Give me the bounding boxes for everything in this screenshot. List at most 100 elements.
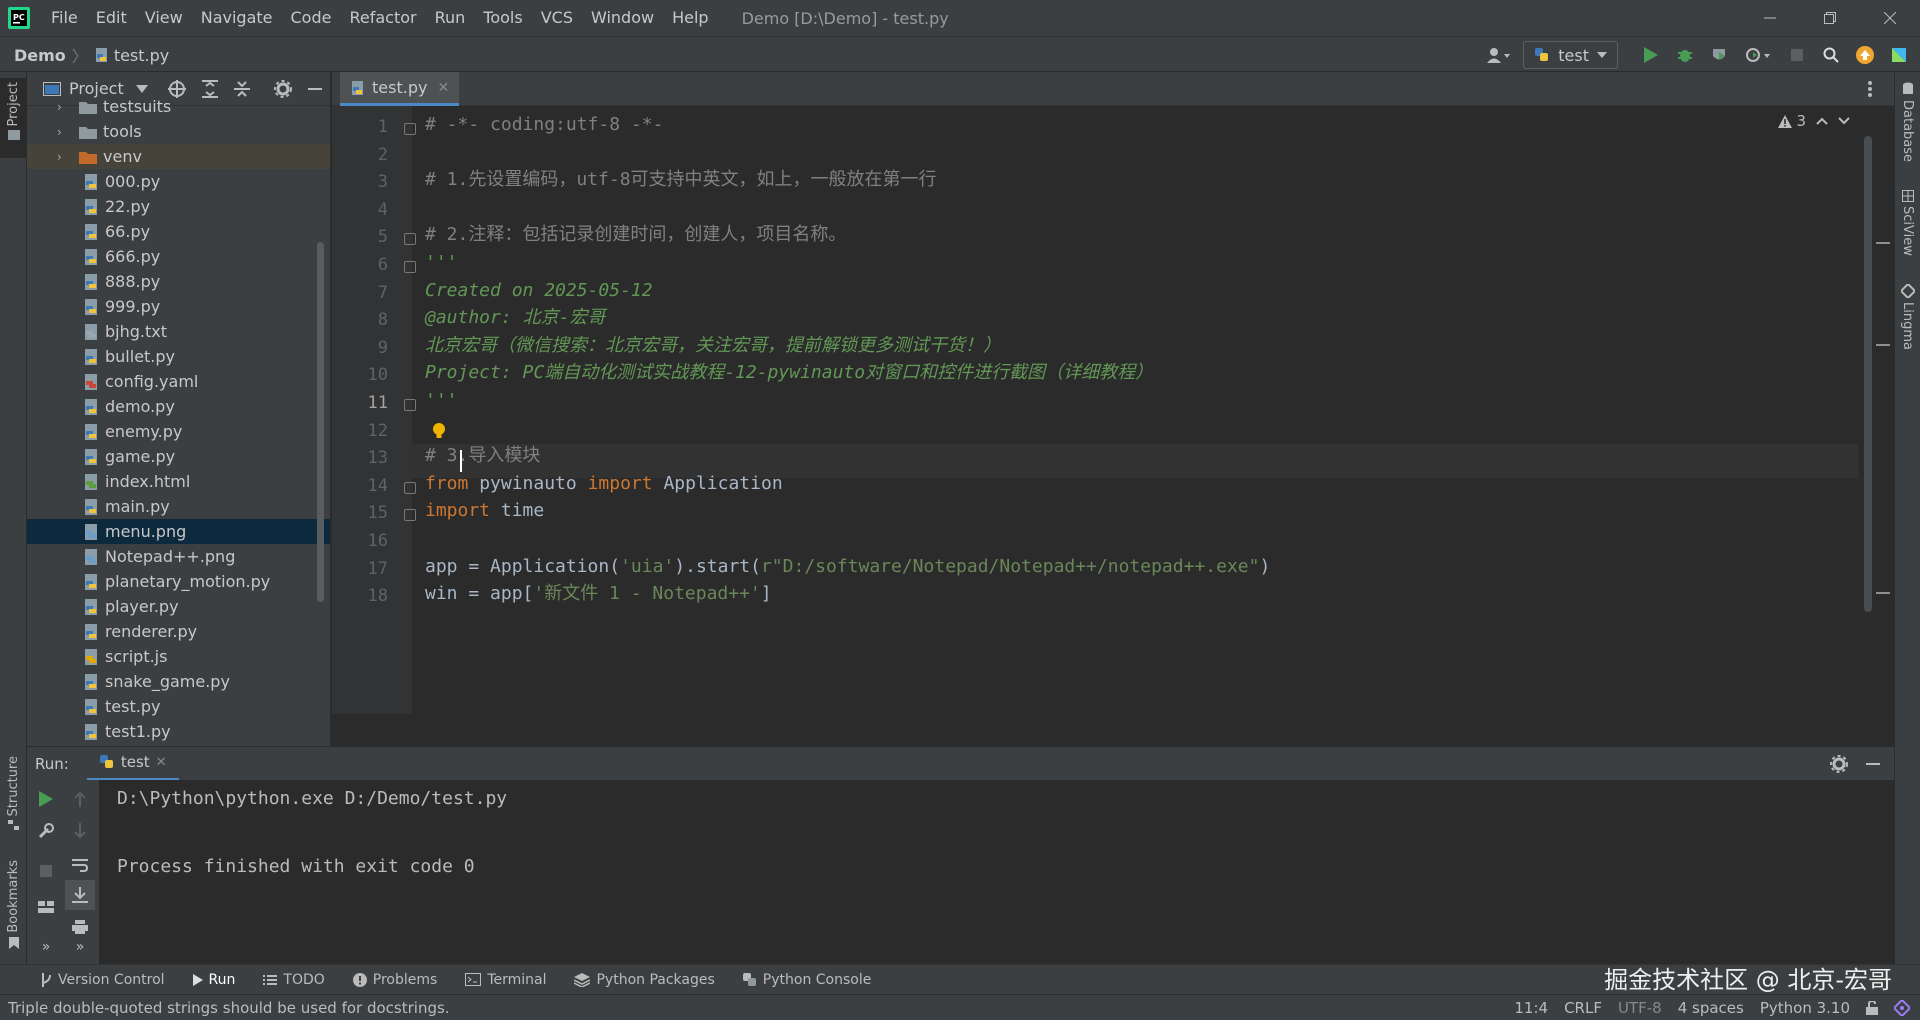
breadcrumb-project[interactable]: Demo: [14, 46, 66, 65]
tool-run[interactable]: Run: [192, 972, 235, 988]
tool-python-console[interactable]: Python Console: [742, 972, 871, 988]
stripe-tab-structure[interactable]: Structure: [0, 756, 27, 831]
menu-code[interactable]: Code: [282, 0, 341, 36]
fold-marker-icon[interactable]: [404, 399, 416, 411]
rerun-button[interactable]: [31, 784, 61, 814]
tool-todo[interactable]: TODO: [263, 972, 325, 988]
tree-item[interactable]: › testsuits: [27, 94, 330, 119]
tree-item[interactable]: 888.py: [27, 269, 330, 294]
fold-marker-icon[interactable]: [404, 233, 416, 246]
tool-problems[interactable]: Problems: [352, 972, 437, 988]
updates-button[interactable]: [1850, 40, 1880, 70]
editor-scrollbar-thumb[interactable]: [1864, 136, 1872, 612]
tree-item[interactable]: script.js: [27, 644, 330, 669]
down-stack-button[interactable]: [65, 816, 95, 846]
close-tab-icon[interactable]: ✕: [437, 80, 449, 96]
chevron-down-icon[interactable]: [135, 84, 148, 93]
tool-python-packages[interactable]: Python Packages: [574, 972, 715, 988]
restore-button[interactable]: [1800, 0, 1860, 36]
tree-item[interactable]: player.py: [27, 594, 330, 619]
tree-item[interactable]: test.py: [27, 694, 330, 719]
python-interpreter[interactable]: Python 3.10: [1760, 999, 1850, 1017]
tree-item[interactable]: test1.py: [27, 719, 330, 744]
indent-setting[interactable]: 4 spaces: [1678, 999, 1744, 1017]
profile-button[interactable]: [1738, 40, 1778, 70]
breadcrumb-file[interactable]: test.py: [114, 46, 169, 65]
fold-marker-icon[interactable]: [404, 481, 416, 494]
stop-button[interactable]: [1782, 40, 1812, 70]
stripe-tab-database[interactable]: Database: [1894, 82, 1920, 162]
run-tab-test[interactable]: test ✕: [86, 747, 179, 781]
lock-icon[interactable]: [1866, 1000, 1878, 1015]
tree-item[interactable]: planetary_motion.py: [27, 569, 330, 594]
more-tabs-icon[interactable]: [1868, 81, 1872, 97]
fold-marker-icon[interactable]: [404, 123, 416, 135]
vcs-user-button[interactable]: [1479, 40, 1519, 70]
fold-marker-icon[interactable]: [404, 261, 416, 273]
tree-item[interactable]: demo.py: [27, 394, 330, 419]
more-actions-button[interactable]: »: [31, 932, 61, 962]
close-tab-icon[interactable]: ✕: [156, 755, 167, 770]
minimize-button[interactable]: [1740, 0, 1800, 36]
menu-refactor[interactable]: Refactor: [340, 0, 425, 36]
tree-item[interactable]: Notepad++.png: [27, 544, 330, 569]
caret-position[interactable]: 11:4: [1514, 999, 1548, 1017]
tool-terminal[interactable]: Terminal: [465, 972, 546, 988]
file-encoding[interactable]: UTF-8: [1618, 999, 1662, 1017]
tree-item[interactable]: main.py: [27, 494, 330, 519]
expand-arrow-icon[interactable]: ›: [57, 100, 69, 114]
tree-item[interactable]: 999.py: [27, 294, 330, 319]
tree-item[interactable]: 22.py: [27, 194, 330, 219]
tree-item[interactable]: config.yaml: [27, 369, 330, 394]
fold-marker-icon[interactable]: [404, 509, 416, 522]
stripe-tab-sciview[interactable]: SciView: [1894, 190, 1920, 256]
tree-item[interactable]: game.py: [27, 444, 330, 469]
tree-item[interactable]: index.html: [27, 469, 330, 494]
editor-tab-test-py[interactable]: test.py ✕: [340, 72, 460, 106]
stripe-tab-bookmarks[interactable]: Bookmarks: [0, 860, 27, 949]
editor-scrollbar[interactable]: [1858, 106, 1894, 714]
tree-item[interactable]: 666.py: [27, 244, 330, 269]
line-separator[interactable]: CRLF: [1564, 999, 1602, 1017]
menu-window[interactable]: Window: [582, 0, 663, 36]
project-tree-scrollbar[interactable]: [317, 242, 324, 602]
tree-item[interactable]: › tools: [27, 119, 330, 144]
search-everywhere-button[interactable]: [1816, 40, 1846, 70]
menu-edit[interactable]: Edit: [87, 0, 136, 36]
expand-arrow-icon[interactable]: ›: [57, 150, 69, 164]
tree-item[interactable]: menu.png: [27, 519, 330, 544]
coverage-button[interactable]: [1704, 40, 1734, 70]
stripe-tab-project[interactable]: Project: [0, 78, 27, 158]
tree-item[interactable]: 66.py: [27, 219, 330, 244]
stripe-tab-lingma[interactable]: Lingma: [1894, 284, 1920, 350]
hide-panel-icon[interactable]: [308, 87, 322, 91]
chevron-up-icon[interactable]: [1816, 117, 1828, 125]
tree-item[interactable]: bjhg.txt: [27, 319, 330, 344]
chevron-down-icon[interactable]: [1838, 117, 1850, 125]
hide-panel-icon[interactable]: [1866, 762, 1880, 766]
menu-file[interactable]: File: [42, 0, 87, 36]
menu-navigate[interactable]: Navigate: [192, 0, 282, 36]
inspection-widget[interactable]: 3: [1778, 112, 1850, 130]
modify-run-config-button[interactable]: [31, 816, 61, 846]
debug-button[interactable]: [1670, 40, 1700, 70]
tree-item[interactable]: snake_game.py: [27, 669, 330, 694]
menu-view[interactable]: View: [136, 0, 192, 36]
tree-item[interactable]: 000.py: [27, 169, 330, 194]
layout-button[interactable]: [31, 892, 61, 922]
soft-wrap-button[interactable]: [65, 850, 95, 880]
tree-item[interactable]: renderer.py: [27, 619, 330, 644]
tree-item[interactable]: enemy.py: [27, 419, 330, 444]
expand-arrow-icon[interactable]: ›: [57, 125, 69, 139]
lingma-status-icon[interactable]: [1894, 999, 1910, 1016]
menu-help[interactable]: Help: [663, 0, 717, 36]
gear-icon[interactable]: [1830, 754, 1848, 773]
more-actions-button[interactable]: »: [65, 932, 95, 962]
menu-run[interactable]: Run: [426, 0, 475, 36]
stop-button[interactable]: [31, 856, 61, 886]
lightbulb-icon[interactable]: [432, 422, 446, 440]
tool-version-control[interactable]: Version Control: [40, 972, 165, 988]
menu-vcs[interactable]: VCS: [532, 0, 582, 36]
tree-item[interactable]: › venv: [27, 144, 330, 169]
tree-item[interactable]: bullet.py: [27, 344, 330, 369]
